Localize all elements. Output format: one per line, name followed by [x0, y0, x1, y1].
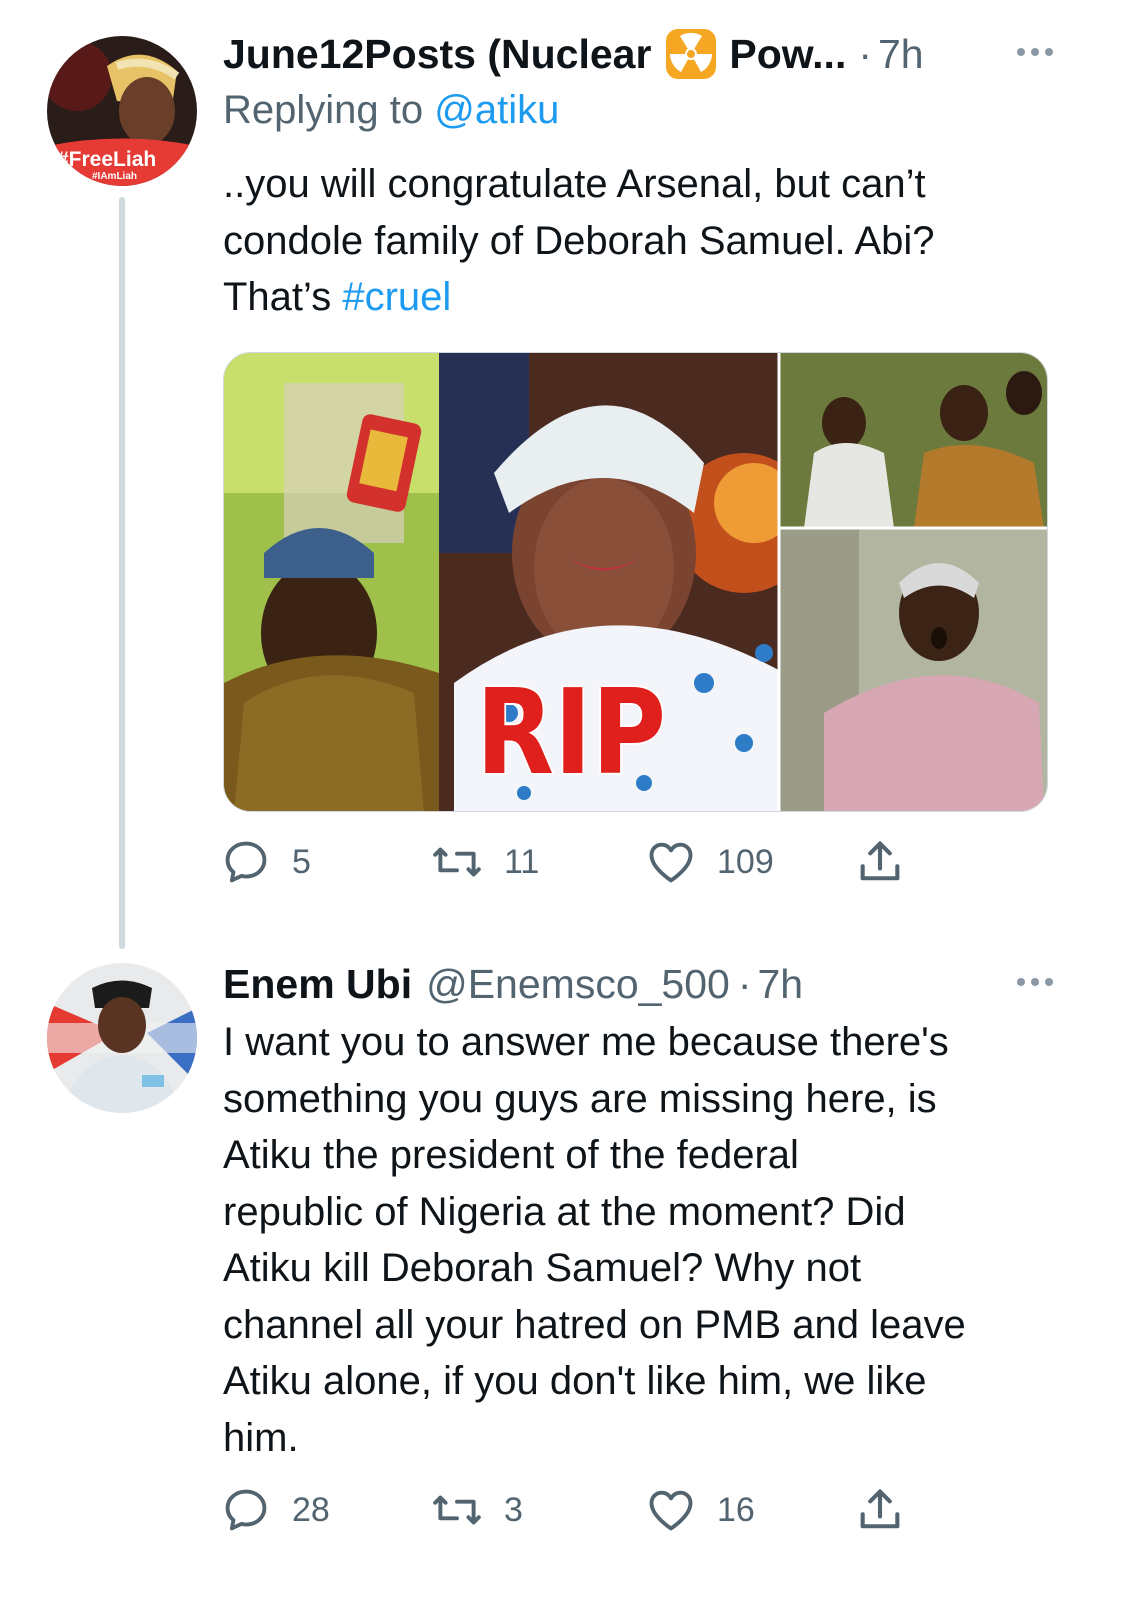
- hashtag-link[interactable]: #cruel: [342, 275, 451, 319]
- reply-count: 28: [292, 1490, 330, 1529]
- separator-dot: ·: [737, 961, 752, 1007]
- tweet-text-line: Atiku the president of the federal: [223, 1133, 799, 1177]
- media-overlay-text: RIP: [476, 663, 666, 801]
- tweet-text-line: channel all your hatred on PMB and leave: [223, 1302, 966, 1347]
- reply-button[interactable]: 5: [220, 832, 311, 892]
- tweet-text-line: ..you will congratulate Arsenal, but can…: [223, 162, 926, 206]
- tweet-2[interactable]: Enem Ubi @Enemsco_500 · 7h I want you to…: [0, 940, 1125, 1613]
- retweet-button[interactable]: 11: [430, 832, 539, 892]
- heart-icon: [649, 842, 693, 883]
- share-icon: [860, 841, 900, 881]
- avatar-badge-subtext: #IAmLiah: [92, 171, 137, 182]
- tweet-text-prefix: That’s: [223, 275, 343, 319]
- avatar-badge-text: #FreeLiah: [57, 148, 156, 171]
- retweet-count: 3: [504, 1490, 523, 1529]
- like-count: 16: [717, 1490, 755, 1529]
- share-button[interactable]: [856, 1480, 904, 1540]
- heart-icon: [649, 1490, 693, 1531]
- like-button[interactable]: 16: [645, 1480, 755, 1540]
- tweet-text-line: I want you to answer me because there's: [223, 1020, 949, 1064]
- media-image: RIP: [224, 353, 1047, 811]
- tweet-text-line: him.: [223, 1415, 299, 1460]
- retweet-icon: [433, 847, 481, 877]
- tweet-text: ..you will congratulate Arsenal, but can…: [223, 156, 1055, 326]
- radioactive-icon: [665, 28, 717, 80]
- avatar[interactable]: [47, 963, 197, 1113]
- tweet-text-line: something you guys are missing here, is: [223, 1076, 937, 1121]
- tweet-actions: 5 11 109: [220, 832, 920, 892]
- reply-icon: [225, 1489, 267, 1531]
- replying-prefix: Replying to: [223, 88, 424, 132]
- like-button[interactable]: 109: [645, 832, 774, 892]
- display-name[interactable]: Enem Ubi: [223, 958, 412, 1010]
- retweet-count: 11: [504, 842, 540, 881]
- retweet-icon: [433, 1495, 481, 1525]
- tweet-header: June12Posts (Nuclear Pow... · 7h: [223, 28, 1055, 80]
- reply-button[interactable]: 28: [220, 1480, 330, 1540]
- more-options-icon[interactable]: [1005, 972, 1065, 992]
- tweet-actions: 28 3 16: [220, 1480, 920, 1540]
- like-count: 109: [717, 842, 774, 881]
- avatar[interactable]: #FreeLiah #IAmLiah: [47, 36, 197, 186]
- tweet-1[interactable]: #FreeLiah #IAmLiah June12Posts (Nuclear …: [0, 0, 1125, 949]
- tweet-text-line: Atiku kill Deborah Samuel? Why not: [223, 1246, 862, 1290]
- share-button[interactable]: [856, 832, 904, 892]
- tweet-text-line: condole family of Deborah Samuel. Abi?: [223, 218, 935, 263]
- avatar-image: [47, 963, 197, 1113]
- reply-icon: [225, 841, 267, 883]
- timestamp[interactable]: 7h: [878, 28, 924, 80]
- timestamp[interactable]: 7h: [758, 958, 804, 1010]
- display-name[interactable]: June12Posts (Nuclear: [223, 28, 651, 80]
- display-name-suffix[interactable]: Pow...: [729, 28, 846, 80]
- retweet-button[interactable]: 3: [430, 1480, 523, 1540]
- tweet-text-line: That’s #cruel: [223, 269, 1055, 326]
- tweet-media[interactable]: RIP: [223, 352, 1048, 812]
- thread-line: [119, 197, 125, 949]
- avatar-image: #FreeLiah #IAmLiah: [47, 36, 197, 186]
- more-options-icon[interactable]: [1005, 42, 1065, 62]
- mention-link[interactable]: @atiku: [434, 88, 559, 132]
- replying-to: Replying to @atiku: [223, 84, 1055, 136]
- reply-count: 5: [292, 842, 311, 881]
- tweet-text-line: Atiku alone, if you don't like him, we l…: [223, 1359, 927, 1403]
- user-handle[interactable]: @Enemsco_500: [426, 958, 730, 1010]
- separator-dot: ·: [858, 31, 872, 77]
- tweet-text: I want you to answer me because there's …: [223, 1014, 1055, 1466]
- tweet-header: Enem Ubi @Enemsco_500 · 7h: [223, 958, 1055, 1010]
- share-icon: [860, 1489, 900, 1529]
- tweet-text-line: republic of Nigeria at the moment? Did: [223, 1189, 906, 1234]
